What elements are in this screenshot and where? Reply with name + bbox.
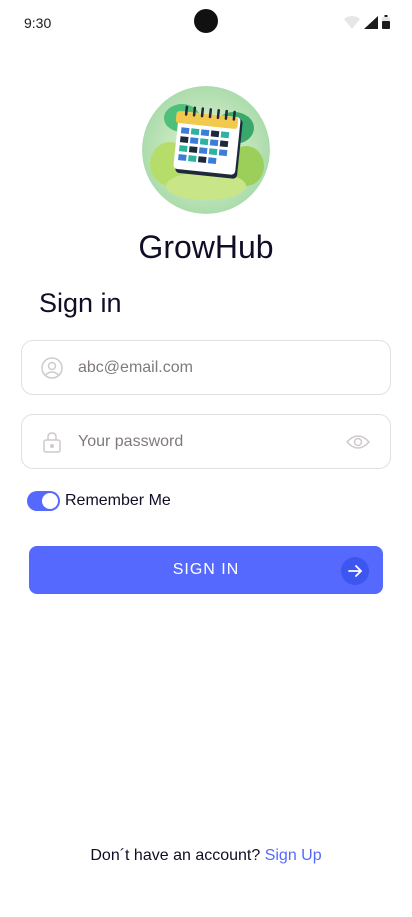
password-input[interactable] <box>78 415 346 468</box>
status-time: 9:30 <box>24 15 52 31</box>
sign-up-prompt: Don´t have an account? Sign Up <box>0 847 412 865</box>
wifi-icon <box>344 16 360 34</box>
sign-in-button[interactable]: SIGN IN <box>29 546 383 594</box>
user-circle-icon <box>41 356 63 379</box>
battery-icon <box>382 15 390 34</box>
remember-me-row: Remember Me <box>27 491 171 511</box>
status-bar: 9:30 <box>0 0 412 44</box>
sign-in-screen: 9:30 GrowHub Sign in abc@email.com Remem… <box>0 0 412 917</box>
eye-icon[interactable] <box>346 430 370 454</box>
email-input[interactable] <box>78 341 390 394</box>
app-logo <box>142 86 270 214</box>
camera-cutout <box>194 9 218 33</box>
toggle-knob <box>42 493 58 509</box>
email-field[interactable] <box>21 340 391 395</box>
password-field[interactable] <box>21 414 391 469</box>
sign-up-prompt-text: Don´t have an account? <box>90 847 261 864</box>
remember-me-toggle[interactable] <box>27 491 60 511</box>
arrow-right-icon <box>341 557 369 585</box>
sign-in-button-label: SIGN IN <box>172 561 240 578</box>
app-name: GrowHub <box>138 229 274 265</box>
cellular-signal-icon <box>364 16 378 34</box>
page-title: Sign in <box>39 288 122 318</box>
sign-up-link[interactable]: Sign Up <box>265 847 322 864</box>
remember-me-label: Remember Me <box>65 492 171 509</box>
lock-icon <box>41 431 63 453</box>
status-icons <box>344 15 390 34</box>
